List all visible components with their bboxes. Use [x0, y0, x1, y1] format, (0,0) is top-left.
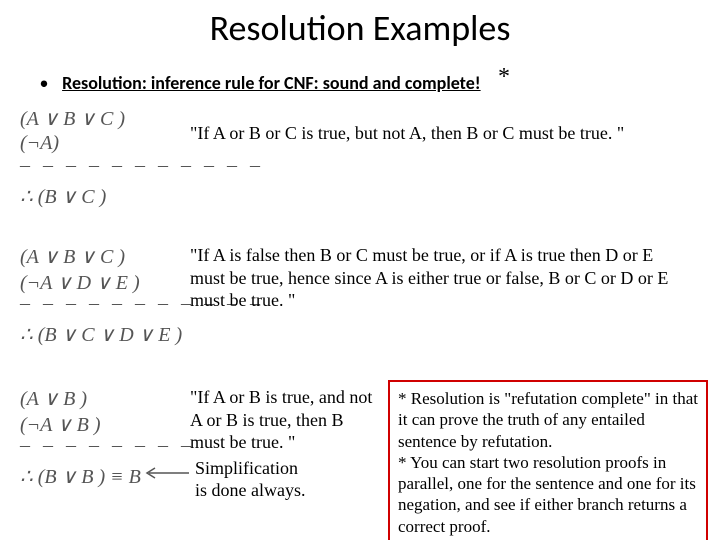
deriv2-conclusion: ∴ (B ∨ C ∨ D ∨ E ): [20, 322, 182, 347]
quote2: "If A is false then B or C must be true,…: [190, 244, 670, 312]
footnote-line1: * Resolution is "refutation complete" in…: [398, 388, 698, 452]
slide: Resolution Examples • Resolution: infere…: [0, 6, 720, 540]
deriv1-conclusion: ∴ (B ∨ C ): [20, 184, 106, 209]
bullet-text: Resolution: inference rule for CNF: soun…: [62, 72, 481, 94]
simplification-note: Simplification is done always.: [195, 458, 355, 501]
bullet-line: • Resolution: inference rule for CNF: so…: [30, 72, 481, 94]
deriv3-divider: – – – – – – – –: [20, 434, 195, 457]
deriv1-divider: – – – – – – – – – – –: [20, 154, 264, 177]
quote1: "If A or B or C is true, but not A, then…: [190, 122, 700, 145]
deriv3-premise1: (A ∨ B ): [20, 386, 87, 411]
deriv1-premise1: (A ∨ B ∨ C ): [20, 106, 125, 131]
bullet-dot: •: [30, 72, 58, 94]
deriv1-premise2: (¬A): [20, 132, 59, 155]
arrow-icon: [143, 466, 191, 480]
quote3: "If A or B is true, and not A or B is tr…: [190, 386, 380, 454]
asterisk-after-bullet: *: [498, 64, 510, 91]
deriv2-premise1: (A ∨ B ∨ C ): [20, 244, 125, 269]
footnote-box: * Resolution is "refutation complete" in…: [388, 380, 708, 540]
footnote-line2: * You can start two resolution proofs in…: [398, 452, 698, 537]
deriv3-conclusion: ∴ (B ∨ B ) ≡ B: [20, 464, 141, 489]
slide-title: Resolution Examples: [0, 6, 720, 50]
